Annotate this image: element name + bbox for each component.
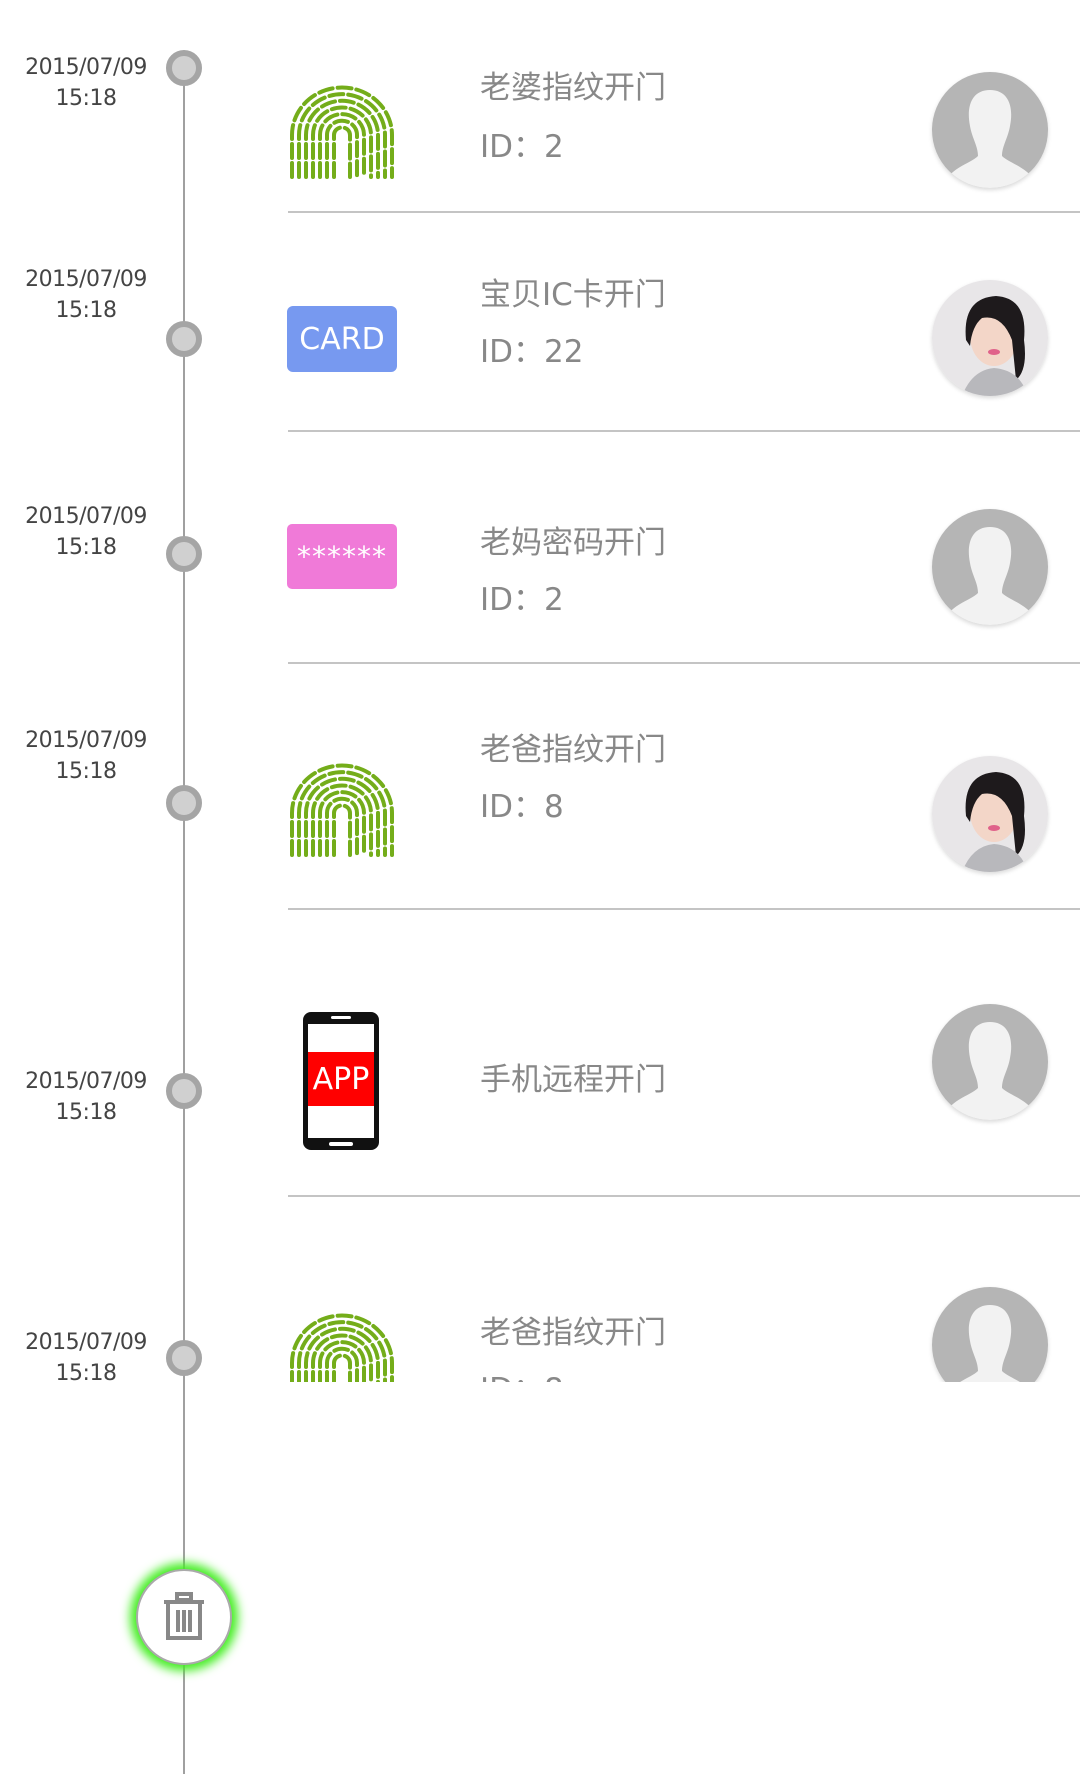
timeline-dot <box>166 536 202 572</box>
record-datetime: 2015/07/09 15:18 <box>0 725 172 787</box>
record-date: 2015/07/09 <box>25 267 147 292</box>
divider <box>288 430 1080 432</box>
record-date: 2015/07/09 <box>25 55 147 80</box>
default-avatar <box>932 1287 1048 1382</box>
timeline-dot <box>166 785 202 821</box>
timeline-dot <box>166 321 202 357</box>
unlock-method-icon <box>287 1305 397 1382</box>
user-avatar[interactable] <box>932 756 1048 872</box>
record-date: 2015/07/09 <box>25 728 147 753</box>
divider <box>288 1195 1080 1197</box>
record-time: 15:18 <box>55 1361 117 1382</box>
record-id: ID：2 <box>480 129 564 165</box>
delete-button[interactable] <box>136 1569 232 1665</box>
record-datetime: 2015/07/09 15:18 <box>0 1066 172 1128</box>
user-avatar[interactable] <box>932 1287 1048 1382</box>
unlock-method-icon: APP <box>287 1012 379 1150</box>
fingerprint-icon <box>290 1313 394 1382</box>
record-title: 手机远程开门 <box>480 1062 666 1098</box>
record-time: 15:18 <box>55 759 117 784</box>
record-id: ID：22 <box>480 334 584 370</box>
password-icon: ****** <box>287 524 397 589</box>
record-datetime: 2015/07/09 15:18 <box>0 264 172 326</box>
timeline-dot <box>166 1073 202 1109</box>
record-id: ID：8 <box>480 1372 564 1382</box>
fingerprint-icon <box>290 85 394 179</box>
timeline-dot <box>166 50 202 86</box>
divider <box>288 211 1080 213</box>
user-avatar[interactable] <box>932 72 1048 188</box>
record-time: 15:18 <box>55 86 117 111</box>
user-photo-avatar <box>932 280 1048 396</box>
phone-app-icon: APP <box>303 1012 379 1150</box>
unlock-method-icon: ****** <box>287 524 397 589</box>
unlock-method-icon <box>287 755 397 865</box>
user-avatar[interactable] <box>932 280 1048 396</box>
record-list[interactable]: 2015/07/09 15:18 老婆指纹开门 ID：2 2015/07/09 15:18… <box>0 0 1080 1382</box>
record-date: 2015/07/09 <box>25 1330 147 1355</box>
record-time: 15:18 <box>55 298 117 323</box>
record-date: 2015/07/09 <box>25 1069 147 1094</box>
record-id: ID：8 <box>480 789 564 825</box>
divider <box>288 908 1080 910</box>
default-avatar <box>932 72 1048 188</box>
user-photo-avatar <box>932 756 1048 872</box>
user-avatar[interactable] <box>932 1004 1048 1120</box>
unlock-method-icon: CARD <box>287 306 397 372</box>
record-time: 15:18 <box>55 535 117 560</box>
user-avatar[interactable] <box>932 509 1048 625</box>
divider <box>288 662 1080 664</box>
card-icon: CARD <box>287 306 397 372</box>
default-avatar <box>932 1004 1048 1120</box>
record-datetime: 2015/07/09 15:18 <box>0 501 172 563</box>
fingerprint-icon <box>290 763 394 857</box>
record-title: 老爸指纹开门 <box>480 732 666 768</box>
record-datetime: 2015/07/09 15:18 <box>0 52 172 114</box>
record-datetime: 2015/07/09 15:18 <box>0 1327 172 1382</box>
record-title: 老爸指纹开门 <box>480 1315 666 1351</box>
record-title: 老婆指纹开门 <box>480 70 666 106</box>
record-date: 2015/07/09 <box>25 504 147 529</box>
record-time: 15:18 <box>55 1100 117 1125</box>
default-avatar <box>932 509 1048 625</box>
record-id: ID：2 <box>480 582 564 618</box>
timeline-dot <box>166 1340 202 1376</box>
record-title: 老妈密码开门 <box>480 525 666 561</box>
trash-icon <box>164 1592 204 1640</box>
unlock-method-icon <box>287 77 397 187</box>
record-title: 宝贝IC卡开门 <box>480 277 666 313</box>
